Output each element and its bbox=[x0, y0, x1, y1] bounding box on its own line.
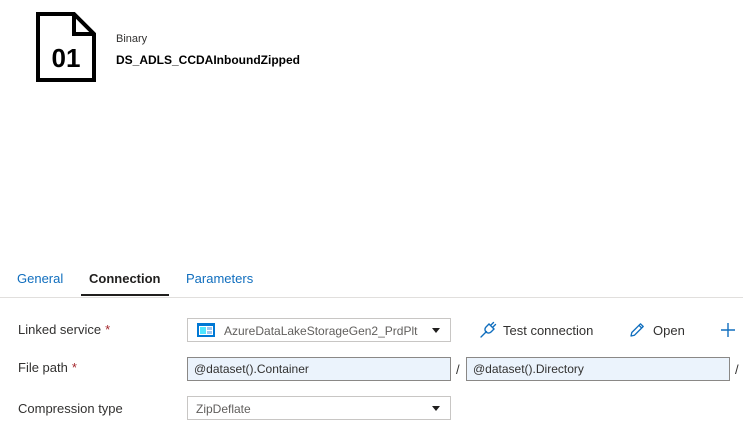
tab-parameters[interactable]: Parameters bbox=[186, 271, 253, 286]
plug-icon bbox=[480, 321, 497, 338]
compression-type-select[interactable]: ZipDeflate bbox=[187, 396, 451, 420]
linked-service-select[interactable]: AzureDataLakeStorageGen2_PrdPlt bbox=[187, 318, 451, 342]
open-label: Open bbox=[653, 323, 685, 338]
svg-text:01: 01 bbox=[52, 43, 81, 73]
required-marker: * bbox=[71, 360, 77, 375]
path-separator: / bbox=[456, 362, 460, 377]
file-path-label: File path * bbox=[18, 360, 77, 375]
file-path-label-text: File path bbox=[18, 360, 68, 375]
linked-service-value: AzureDataLakeStorageGen2_PrdPlt bbox=[224, 324, 418, 338]
chevron-down-icon bbox=[432, 406, 440, 411]
chevron-down-icon bbox=[432, 328, 440, 333]
tab-bar: General Connection Parameters bbox=[0, 262, 743, 298]
tab-general[interactable]: General bbox=[17, 271, 63, 286]
open-button[interactable]: Open bbox=[628, 321, 688, 341]
path-separator: / bbox=[735, 362, 739, 377]
compression-type-value: ZipDeflate bbox=[196, 402, 251, 416]
linked-service-label: Linked service * bbox=[18, 322, 110, 337]
pencil-icon bbox=[630, 323, 644, 337]
test-connection-button[interactable]: Test connection bbox=[479, 321, 599, 341]
compression-type-label: Compression type bbox=[18, 401, 123, 416]
test-connection-label: Test connection bbox=[503, 323, 594, 338]
plus-icon bbox=[721, 323, 735, 337]
active-tab-indicator bbox=[81, 294, 169, 296]
linked-service-label-text: Linked service bbox=[18, 322, 102, 337]
required-marker: * bbox=[105, 322, 111, 337]
dataset-type-label: Binary bbox=[116, 33, 148, 45]
new-linked-service-button[interactable] bbox=[719, 321, 737, 339]
storage-icon bbox=[197, 323, 215, 340]
binary-file-icon: 01 bbox=[36, 12, 96, 82]
dataset-name: DS_ADLS_CCDAInboundZipped bbox=[116, 53, 300, 67]
file-path-directory-input[interactable] bbox=[466, 357, 730, 381]
dataset-editor: 01 Binary DS_ADLS_CCDAInboundZipped Gene… bbox=[0, 0, 743, 430]
file-path-container-input[interactable] bbox=[187, 357, 451, 381]
tab-connection[interactable]: Connection bbox=[89, 271, 161, 286]
